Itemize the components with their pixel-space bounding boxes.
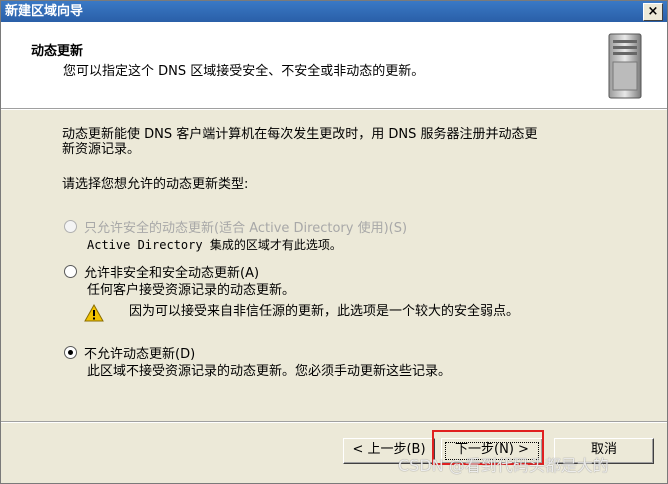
- close-icon: ×: [647, 4, 659, 19]
- radio-secure-only: 只允许安全的动态更新(适合 Active Directory 使用)(S): [64, 218, 408, 236]
- radio-button: [64, 219, 77, 233]
- option-label[interactable]: 允许非安全和安全动态更新(A): [84, 262, 259, 281]
- server-icon: [608, 33, 642, 99]
- wizard-header: 动态更新 您可以指定这个 DNS 区域接受安全、不安全或非动态的更新。: [1, 22, 667, 109]
- title-bar[interactable]: 新建区域向导 ×: [1, 1, 667, 22]
- option-label[interactable]: 不允许动态更新(D): [84, 343, 195, 362]
- option-note: 任何客户接受资源记录的动态更新。: [87, 283, 296, 298]
- window-title: 新建区域向导: [5, 4, 84, 19]
- intro-text-line1: 动态更新能使 DNS 客户端计算机在每次发生更改时，用 DNS 服务器注册并动态…: [62, 127, 538, 142]
- footer-divider-highlight: [1, 422, 667, 423]
- radio-secure-and-nonsecure[interactable]: 允许非安全和安全动态更新(A): [64, 262, 259, 281]
- page-title: 动态更新: [31, 44, 84, 59]
- close-button[interactable]: ×: [643, 3, 663, 21]
- header-divider: [1, 109, 667, 110]
- option-note: 此区域不接受资源记录的动态更新。您必须手动更新这些记录。: [87, 364, 452, 379]
- warning-text: 因为可以接受来自非信任源的更新，此选项是一个较大的安全弱点。: [129, 304, 520, 319]
- watermark: CSDN @看到代码头都是大的: [398, 456, 609, 475]
- warning-icon: [84, 304, 104, 322]
- option-note: Active Directory 集成的区域才有此选项。: [87, 238, 342, 252]
- radio-button[interactable]: [64, 264, 77, 278]
- wizard-window: 新建区域向导 × 动态更新 您可以指定这个 DNS 区域接受安全、不安全或非动态…: [0, 0, 668, 484]
- prompt-text: 请选择您想允许的动态更新类型:: [62, 177, 249, 192]
- intro-text-line2: 新资源记录。: [62, 142, 141, 157]
- radio-button[interactable]: [64, 345, 77, 359]
- radio-no-dynamic-updates[interactable]: 不允许动态更新(D): [64, 343, 195, 362]
- option-label: 只允许安全的动态更新(适合 Active Directory 使用)(S): [84, 220, 408, 236]
- page-subtitle: 您可以指定这个 DNS 区域接受安全、不安全或非动态的更新。: [63, 64, 425, 79]
